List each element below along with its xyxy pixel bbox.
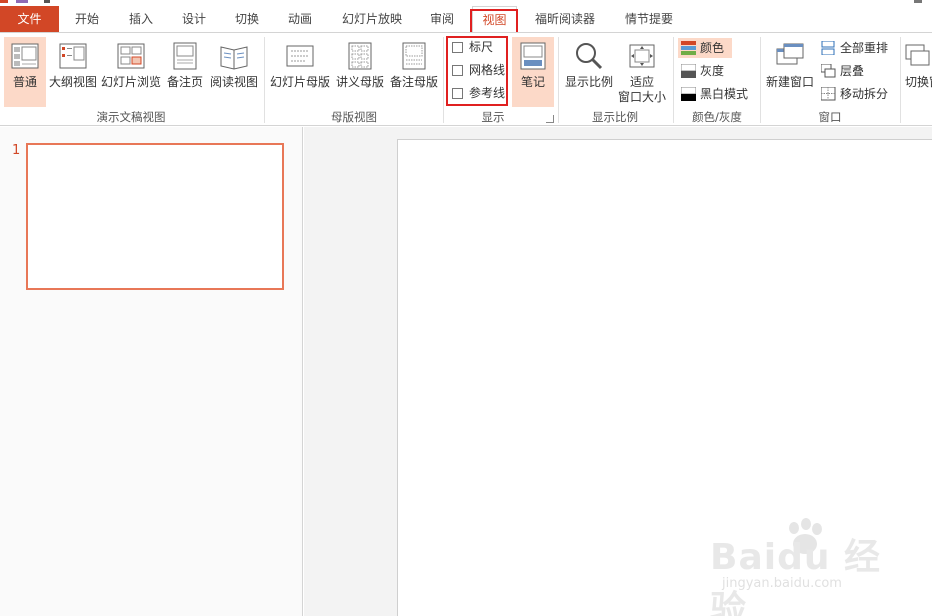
fit-to-window-label: 适应 窗口大小: [616, 75, 668, 105]
notes-master-icon: [399, 41, 429, 71]
group-label-presentation-views: 演示文稿视图: [96, 110, 166, 124]
ruler-checkbox-box[interactable]: [452, 42, 463, 53]
arrange-all-button[interactable]: 全部重排: [818, 38, 892, 58]
gridlines-checkbox-label: 网格线: [469, 63, 506, 77]
reading-view-button[interactable]: 阅读视图: [208, 37, 260, 107]
handout-master-button[interactable]: 讲义母版: [334, 37, 386, 107]
normal-view-label: 普通: [12, 75, 37, 89]
guides-checkbox-label: 参考线: [469, 86, 506, 100]
outline-view-label: 大纲视图: [48, 75, 97, 89]
slide-thumbnail[interactable]: [26, 143, 284, 290]
slide-sorter-icon: [116, 41, 146, 71]
tab-foxit-reader[interactable]: 福昕阅读器: [526, 6, 604, 32]
tab-transitions[interactable]: 切换: [222, 6, 272, 32]
black-white-button[interactable]: 黑白模式: [678, 84, 750, 104]
color-icon: [681, 41, 696, 55]
move-split-icon: [820, 86, 836, 101]
outline-view-button[interactable]: 大纲视图: [48, 37, 98, 107]
magnifier-icon: [574, 41, 604, 71]
cascade-button[interactable]: 层叠: [818, 61, 878, 81]
fit-to-window-button[interactable]: 适应 窗口大小: [616, 37, 668, 107]
tab-insert[interactable]: 插入: [116, 6, 166, 32]
slide-master-button[interactable]: 幻灯片母版: [268, 37, 332, 107]
slide-sorter-button[interactable]: 幻灯片浏览: [100, 37, 162, 107]
fit-to-window-label-line1: 适应: [629, 75, 654, 89]
ribbon-view: 普通 大纲视图 幻灯片浏览 备注页 阅读视图 演示文稿视图 幻灯片母版 讲义母版…: [0, 32, 932, 126]
color-button[interactable]: 颜色: [678, 38, 732, 58]
black-white-label: 黑白模式: [700, 87, 749, 101]
fit-to-window-icon: [627, 41, 657, 71]
switch-window-icon: [902, 41, 932, 71]
tab-review[interactable]: 审阅: [418, 6, 466, 32]
show-dialog-launcher-icon[interactable]: [546, 115, 554, 123]
group-label-master-views: 母版视图: [331, 110, 377, 124]
grayscale-label: 灰度: [700, 64, 725, 78]
cascade-icon: [820, 63, 836, 78]
arrange-all-label: 全部重排: [840, 41, 889, 55]
slide-sorter-label: 幻灯片浏览: [100, 75, 161, 89]
quick-access-icon[interactable]: [0, 0, 52, 4]
reading-view-icon: [219, 41, 249, 71]
watermark-url-text: jingyan.baidu.com: [722, 576, 842, 591]
slide-master-icon: [285, 41, 315, 71]
handout-master-label: 讲义母版: [335, 75, 384, 89]
cascade-label: 层叠: [840, 64, 865, 78]
move-split-button[interactable]: 移动拆分: [818, 84, 892, 104]
grayscale-button[interactable]: 灰度: [678, 61, 732, 81]
new-window-icon: [775, 41, 805, 71]
new-window-button[interactable]: 新建窗口: [764, 37, 816, 107]
zoom-label: 显示比例: [564, 75, 613, 89]
notes-page-label: 备注页: [166, 75, 203, 89]
group-label-window: 窗口: [818, 110, 842, 124]
gridlines-checkbox-box[interactable]: [452, 65, 463, 76]
group-separator: [760, 37, 761, 123]
guides-checkbox-box[interactable]: [452, 88, 463, 99]
tab-slideshow[interactable]: 幻灯片放映: [333, 6, 411, 32]
tab-storyline[interactable]: 情节提要: [614, 6, 684, 32]
fit-to-window-label-line2: 窗口大小: [617, 90, 666, 104]
group-separator: [558, 37, 559, 123]
reading-view-label: 阅读视图: [209, 75, 258, 89]
color-label: 颜色: [700, 41, 725, 55]
group-separator: [900, 37, 901, 123]
black-white-icon: [680, 86, 697, 101]
outline-view-icon: [58, 41, 88, 71]
tab-view[interactable]: 视图: [472, 6, 517, 33]
arrange-all-icon: [821, 40, 836, 56]
slide-number: 1: [12, 143, 21, 158]
window-control-icon[interactable]: [914, 0, 922, 3]
notes-icon: [518, 41, 548, 71]
group-label-zoom: 显示比例: [592, 110, 638, 124]
powerpoint-window: 文件 开始 插入 设计 切换 动画 幻灯片放映 审阅 视图 福昕阅读器 情节提要…: [0, 0, 932, 616]
notes-master-label: 备注母版: [389, 75, 438, 89]
ruler-checkbox-label: 标尺: [469, 40, 494, 54]
ribbon-tabs: 文件 开始 插入 设计 切换 动画 幻灯片放映 审阅 视图 福昕阅读器 情节提要: [0, 6, 932, 34]
move-split-label: 移动拆分: [840, 87, 889, 101]
slide-thumbnails-pane: 1: [0, 127, 303, 616]
zoom-button[interactable]: 显示比例: [562, 37, 616, 107]
watermark-main-text: Baidu 经验: [710, 537, 882, 616]
switch-window-button[interactable]: 切换窗: [902, 37, 932, 107]
normal-view-icon: [10, 41, 40, 71]
notes-button[interactable]: 笔记: [512, 37, 554, 107]
tab-animations[interactable]: 动画: [275, 6, 325, 32]
notes-page-icon: [170, 41, 200, 71]
tab-design[interactable]: 设计: [169, 6, 219, 32]
tab-home[interactable]: 开始: [62, 6, 112, 32]
normal-view-button[interactable]: 普通: [4, 37, 46, 107]
tab-file[interactable]: 文件: [0, 6, 59, 32]
notes-page-button[interactable]: 备注页: [164, 37, 206, 107]
notes-master-button[interactable]: 备注母版: [388, 37, 440, 107]
switch-window-label: 切换窗: [905, 75, 932, 89]
grayscale-icon: [680, 63, 697, 78]
group-label-color: 颜色/灰度: [692, 110, 742, 124]
new-window-label: 新建窗口: [765, 75, 814, 89]
notes-label: 笔记: [520, 75, 545, 89]
group-label-show: 显示: [481, 110, 505, 124]
slide-master-label: 幻灯片母版: [269, 75, 330, 89]
group-separator: [264, 37, 265, 123]
baidu-jingyan-watermark: Baidu 经验 jingyan.baidu.com: [700, 518, 900, 616]
handout-master-icon: [345, 41, 375, 71]
